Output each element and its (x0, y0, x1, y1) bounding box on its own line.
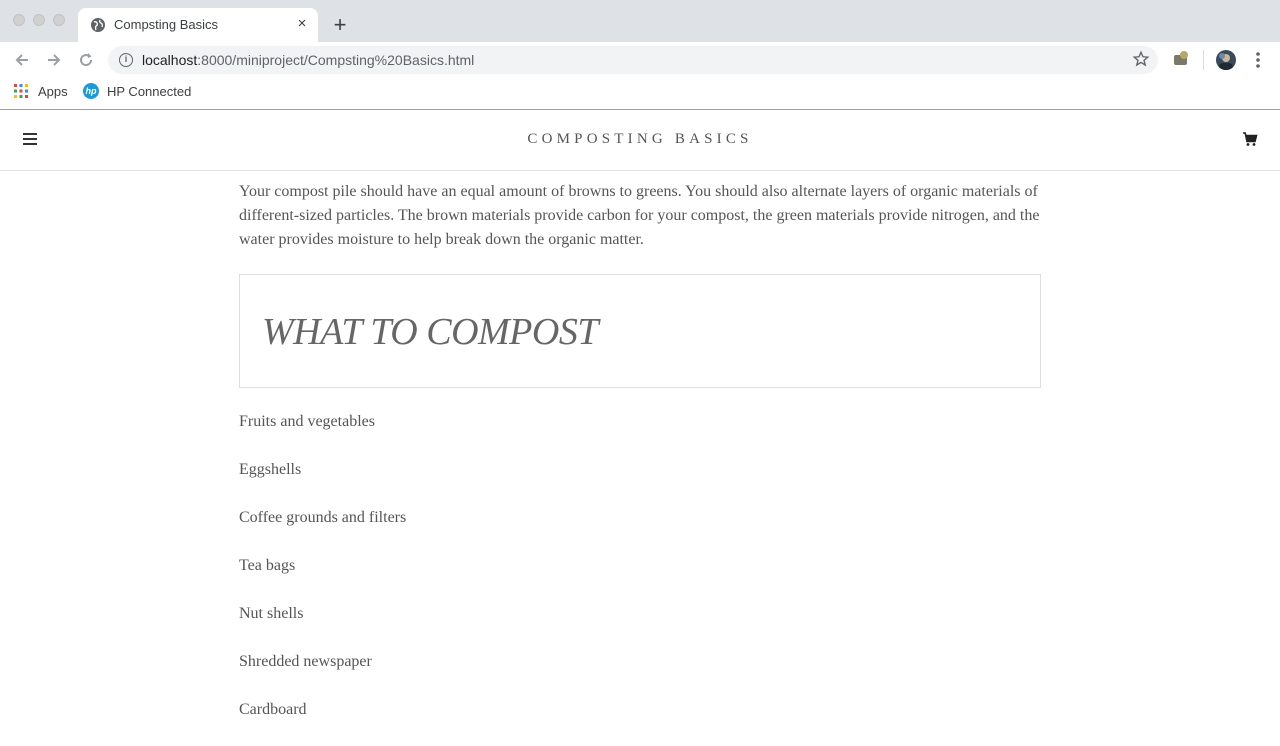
bookmarks-bar: Apps HP Connected (0, 78, 1280, 110)
tab-title: Compsting Basics (114, 17, 219, 32)
site-title[interactable]: COMPOSTING BASICS (0, 131, 1280, 148)
url-text[interactable]: localhost:8000/miniproject/Compsting%20B… (142, 52, 474, 68)
close-window-button[interactable] (13, 14, 25, 26)
extension-icon[interactable] (1172, 50, 1190, 68)
list-item: Fruits and vegetables (239, 413, 375, 430)
list-item: Nut shells (239, 605, 304, 622)
list-item: Cardboard (239, 701, 307, 718)
list-item: Shredded newspaper (239, 653, 372, 670)
bookmark-hp-connected[interactable]: HP Connected (107, 84, 191, 99)
list-item: Coffee grounds and filters (239, 509, 407, 526)
compost-items-list: Fruits and vegetables Eggshells Coffee g… (239, 410, 1041, 746)
site-header: COMPOSTING BASICS (0, 110, 1280, 171)
forward-arrow-icon[interactable] (44, 50, 64, 70)
more-menu-icon[interactable] (1250, 50, 1266, 70)
section-title: WHAT TO COMPOST (262, 311, 598, 353)
browser-tab[interactable]: Compsting Basics × (78, 8, 318, 42)
list-item: Eggshells (239, 461, 302, 478)
main-content: Your compost pile should have an equal a… (239, 180, 1041, 746)
browser-toolbar: i localhost:8000/miniproject/Compsting%2… (0, 42, 1280, 78)
maximize-window-button[interactable] (53, 14, 65, 26)
close-tab-icon[interactable]: × (294, 16, 310, 32)
globe-icon (91, 18, 105, 32)
apps-grid-icon[interactable] (14, 84, 28, 98)
reload-icon[interactable] (76, 50, 96, 70)
back-arrow-icon[interactable] (12, 50, 32, 70)
new-tab-button[interactable]: + (330, 14, 350, 36)
shopping-cart-icon[interactable] (1242, 131, 1258, 147)
tab-strip: Compsting Basics × + (0, 0, 1280, 42)
info-icon[interactable]: i (119, 53, 133, 67)
section-heading-box: WHAT TO COMPOST (239, 274, 1041, 388)
list-item: Tea bags (239, 557, 296, 574)
bookmark-star-icon[interactable] (1132, 50, 1150, 68)
intro-paragraph: Your compost pile should have an equal a… (239, 183, 1040, 248)
toolbar-divider (1203, 50, 1204, 70)
minimize-window-button[interactable] (33, 14, 45, 26)
bookmark-apps[interactable]: Apps (38, 84, 68, 99)
address-bar[interactable]: i localhost:8000/miniproject/Compsting%2… (108, 46, 1158, 74)
profile-avatar[interactable] (1216, 50, 1236, 70)
hp-logo-icon[interactable]: hp (83, 83, 99, 99)
